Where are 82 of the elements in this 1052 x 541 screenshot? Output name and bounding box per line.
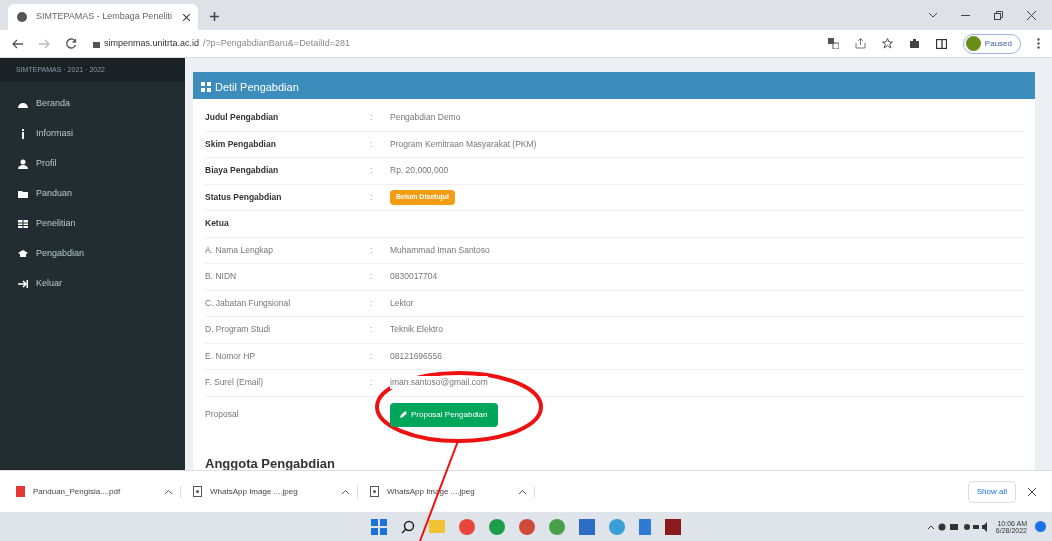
tray-icons[interactable] [927, 521, 988, 532]
lock-icon [93, 39, 100, 48]
graduation-cap-icon [18, 249, 28, 259]
field-label: Proposal [205, 409, 239, 420]
back-icon[interactable] [12, 38, 23, 49]
reload-icon[interactable] [66, 38, 77, 49]
app-icon[interactable] [519, 518, 535, 535]
field-value: iman.santoso@gmail.com [390, 376, 488, 390]
close-icon[interactable] [1028, 487, 1036, 496]
sidebar-item[interactable]: Profil [0, 154, 185, 174]
field-label: A. Nama Lengkap [205, 244, 274, 255]
star-icon[interactable] [881, 38, 893, 49]
avatar-icon [965, 36, 981, 51]
field-label: D. Program Studi [205, 324, 271, 335]
caret-icon [165, 489, 172, 494]
sidebar-item[interactable]: Penelitian [0, 214, 185, 234]
app-icon[interactable] [549, 518, 565, 535]
field-label: B. NIDN [205, 271, 237, 282]
word-icon[interactable] [579, 518, 595, 535]
pencil-icon [400, 411, 407, 418]
colon: : [370, 138, 373, 149]
tab-title: SIMTEPAMAS - Lembaga Peneliti [36, 10, 172, 24]
section-title: Anggota Pengabdian [205, 455, 335, 471]
globe-icon [16, 11, 28, 23]
grid-icon [201, 82, 211, 92]
exit-icon [18, 279, 28, 289]
restore-icon[interactable] [994, 11, 1003, 20]
field-value: Program Kemitraan Masyarakat (PKM) [390, 137, 537, 151]
colon: : [370, 297, 373, 308]
field-label: Ketua [205, 218, 229, 229]
colon: : [370, 191, 373, 202]
close-icon[interactable] [183, 13, 190, 21]
colon: : [370, 324, 373, 335]
share-icon[interactable] [854, 38, 866, 49]
folder-icon [18, 189, 28, 199]
browser-tab[interactable]: SIMTEPAMAS - Lembaga Peneliti [8, 4, 198, 30]
app-icon[interactable] [489, 518, 505, 535]
field-label: Judul Pengabdian [205, 112, 279, 123]
table-icon [18, 219, 28, 229]
puzzle-icon[interactable] [908, 38, 920, 49]
sidebar-icon[interactable] [935, 38, 947, 49]
sidebar-item[interactable]: Pengabdian [0, 244, 185, 264]
pdf-icon[interactable] [665, 518, 681, 535]
close-icon[interactable] [1027, 11, 1036, 20]
field-label: Biaya Pengabdian [205, 165, 279, 176]
field-label: F. Surel (Email) [205, 377, 264, 388]
field-label: Status Pengabdian [205, 191, 282, 202]
translate-icon[interactable] [827, 38, 839, 49]
image-file-icon [193, 486, 202, 497]
chevron-icon[interactable] [929, 13, 937, 18]
card-header: Detil Pengabdian [193, 75, 1035, 99]
search-icon[interactable] [401, 519, 415, 534]
browser-icon[interactable] [459, 518, 475, 535]
field-value: Pengabdian Demo [390, 111, 461, 125]
sidebar-item[interactable]: Informasi [0, 124, 185, 144]
menu-icon[interactable] [1037, 38, 1040, 49]
user-icon [18, 159, 28, 169]
address-bar[interactable]: simpenmas.unitrta.ac.id /?p=PengabdianBaru&=DetailId=281 [93, 36, 350, 51]
colon: : [370, 350, 373, 361]
windows-icon[interactable] [371, 518, 387, 535]
colon: : [370, 244, 373, 255]
field-label: C. Jabatan Fungsional [205, 297, 291, 308]
notification-icon[interactable] [1035, 521, 1046, 532]
new-tab-icon[interactable] [210, 12, 219, 21]
app-icon[interactable] [639, 518, 651, 535]
colon: : [370, 165, 373, 176]
field-label: Skim Pengabdian [205, 138, 276, 149]
pdf-file-icon [16, 486, 25, 497]
download-item[interactable]: Panduan_Pengisia....pdf [16, 485, 181, 498]
sidebar-item[interactable]: Beranda [0, 94, 185, 114]
show-all-button[interactable]: Show all [967, 480, 1016, 503]
download-item[interactable]: WhatsApp Image ....jpeg [193, 485, 358, 498]
colon: : [370, 112, 373, 123]
caret-icon [519, 489, 526, 494]
field-label: E. Nomor HP [205, 350, 256, 361]
image-file-icon [370, 486, 379, 497]
sidebar-item[interactable]: Keluar [0, 274, 185, 294]
colon: : [370, 377, 373, 388]
colon: : [370, 271, 373, 282]
caret-icon [342, 489, 349, 494]
field-value: Rp. 20,000,000 [390, 164, 449, 178]
sidebar-item[interactable]: Panduan [0, 184, 185, 204]
